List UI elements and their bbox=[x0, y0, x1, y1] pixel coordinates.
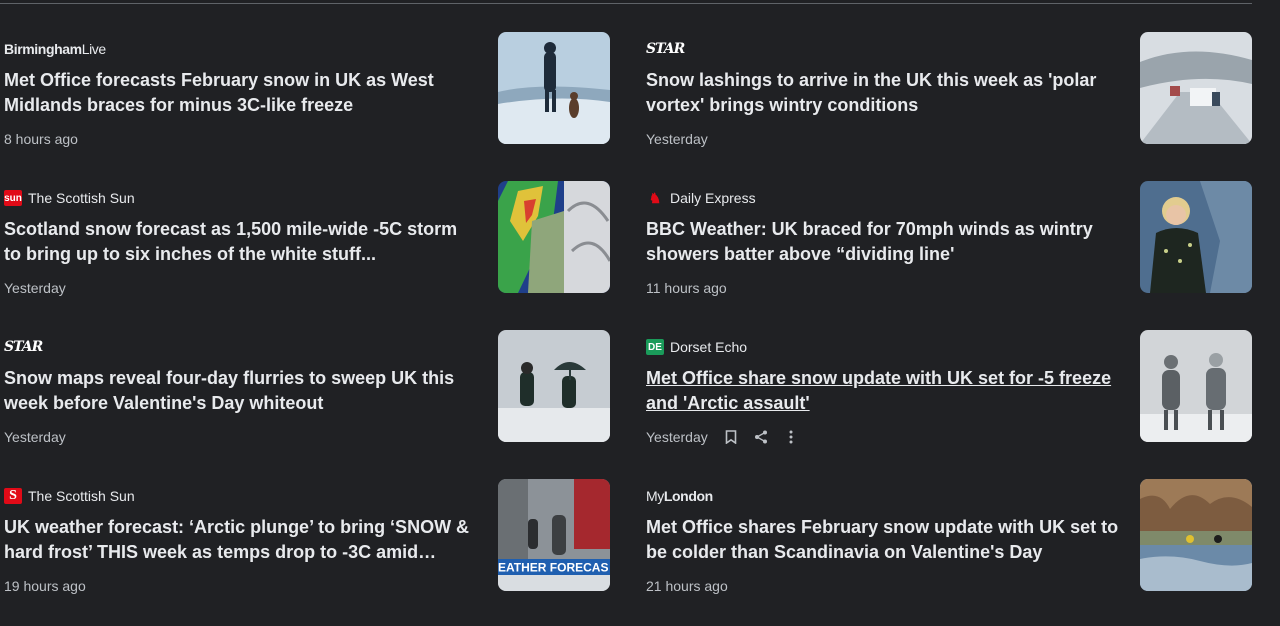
source-row: STAR bbox=[646, 40, 685, 58]
article-card[interactable]: BirminghamLive Met Office forecasts Febr… bbox=[4, 32, 611, 153]
source-row: S The Scottish Sun bbox=[4, 487, 135, 505]
source-logo-daily-express: ♞ bbox=[646, 190, 664, 206]
source-logo-dorset-echo: DE bbox=[646, 339, 664, 355]
article-time: Yesterday bbox=[4, 280, 66, 296]
article-thumbnail[interactable] bbox=[498, 330, 610, 442]
article-meta: Yesterday bbox=[4, 429, 66, 445]
source-logo-daily-star: STAR bbox=[4, 339, 43, 355]
article-headline[interactable]: BBC Weather: UK braced for 70mph winds a… bbox=[646, 217, 1120, 267]
article-time: Yesterday bbox=[4, 429, 66, 445]
article-meta: Yesterday bbox=[4, 280, 66, 296]
source-row: DE Dorset Echo bbox=[646, 338, 747, 356]
article-meta: 19 hours ago bbox=[4, 578, 86, 594]
source-name: Dorset Echo bbox=[670, 339, 748, 355]
article-card[interactable]: ♞ Daily Express BBC Weather: UK braced f… bbox=[646, 181, 1253, 302]
article-thumbnail[interactable] bbox=[498, 32, 610, 144]
article-time: 21 hours ago bbox=[646, 578, 728, 594]
article-headline[interactable]: Scotland snow forecast as 1,500 mile-wid… bbox=[4, 217, 478, 267]
article-meta: Yesterday bbox=[646, 429, 798, 445]
top-divider bbox=[0, 3, 1252, 4]
article-card[interactable]: sun The Scottish Sun Scotland snow forec… bbox=[4, 181, 611, 302]
article-thumbnail[interactable] bbox=[1140, 181, 1252, 293]
article-headline[interactable]: UK weather forecast: ‘Arctic plunge’ to … bbox=[4, 515, 478, 565]
article-time: 11 hours ago bbox=[646, 280, 727, 296]
article-headline[interactable]: Met Office shares February snow update w… bbox=[646, 515, 1120, 565]
source-row: ♞ Daily Express bbox=[646, 189, 756, 207]
article-headline[interactable]: Met Office share snow update with UK set… bbox=[646, 366, 1120, 416]
article-meta: 11 hours ago bbox=[646, 280, 727, 296]
article-card[interactable]: S The Scottish Sun UK weather forecast: … bbox=[4, 479, 611, 600]
article-thumbnail[interactable] bbox=[498, 181, 610, 293]
article-time: 19 hours ago bbox=[4, 578, 86, 594]
article-thumbnail[interactable] bbox=[1140, 330, 1252, 442]
article-thumbnail[interactable] bbox=[1140, 32, 1252, 144]
article-meta: Yesterday bbox=[646, 131, 708, 147]
thumb-caption: EATHER FORECAS bbox=[498, 561, 608, 575]
article-thumbnail[interactable] bbox=[1140, 479, 1252, 591]
source-name: Daily Express bbox=[670, 190, 756, 206]
source-name: The Scottish Sun bbox=[28, 190, 135, 206]
source-logo-scottish-sun: sun bbox=[4, 190, 22, 206]
article-time: Yesterday bbox=[646, 429, 708, 445]
article-headline[interactable]: Met Office forecasts February snow in UK… bbox=[4, 68, 478, 118]
article-card[interactable]: DE Dorset Echo Met Office share snow upd… bbox=[646, 330, 1253, 451]
article-headline[interactable]: Snow maps reveal four-day flurries to sw… bbox=[4, 366, 478, 416]
source-row: BirminghamLive bbox=[4, 40, 106, 58]
article-card[interactable]: STAR Snow lashings to arrive in the UK t… bbox=[646, 32, 1253, 153]
article-thumbnail[interactable]: EATHER FORECAS bbox=[498, 479, 610, 591]
article-time: Yesterday bbox=[646, 131, 708, 147]
more-options-icon[interactable] bbox=[784, 430, 798, 444]
source-row: sun The Scottish Sun bbox=[4, 189, 135, 207]
article-time: 8 hours ago bbox=[4, 131, 78, 147]
article-card[interactable]: STAR Snow maps reveal four-day flurries … bbox=[4, 330, 611, 451]
share-icon[interactable] bbox=[754, 430, 768, 444]
article-card[interactable]: MyLondon Met Office shares February snow… bbox=[646, 479, 1253, 600]
source-logo-daily-star: STAR bbox=[646, 41, 685, 57]
source-logo-birminghamlive: BirminghamLive bbox=[4, 41, 106, 57]
bookmark-icon[interactable] bbox=[724, 430, 738, 444]
source-row: STAR bbox=[4, 338, 43, 356]
source-logo-mylondon: MyLondon bbox=[646, 488, 713, 504]
source-name: The Scottish Sun bbox=[28, 488, 135, 504]
source-logo-scottish-sun: S bbox=[4, 488, 22, 504]
article-meta: 8 hours ago bbox=[4, 131, 78, 147]
article-meta: 21 hours ago bbox=[646, 578, 728, 594]
article-headline[interactable]: Snow lashings to arrive in the UK this w… bbox=[646, 68, 1120, 118]
source-row: MyLondon bbox=[646, 487, 713, 505]
